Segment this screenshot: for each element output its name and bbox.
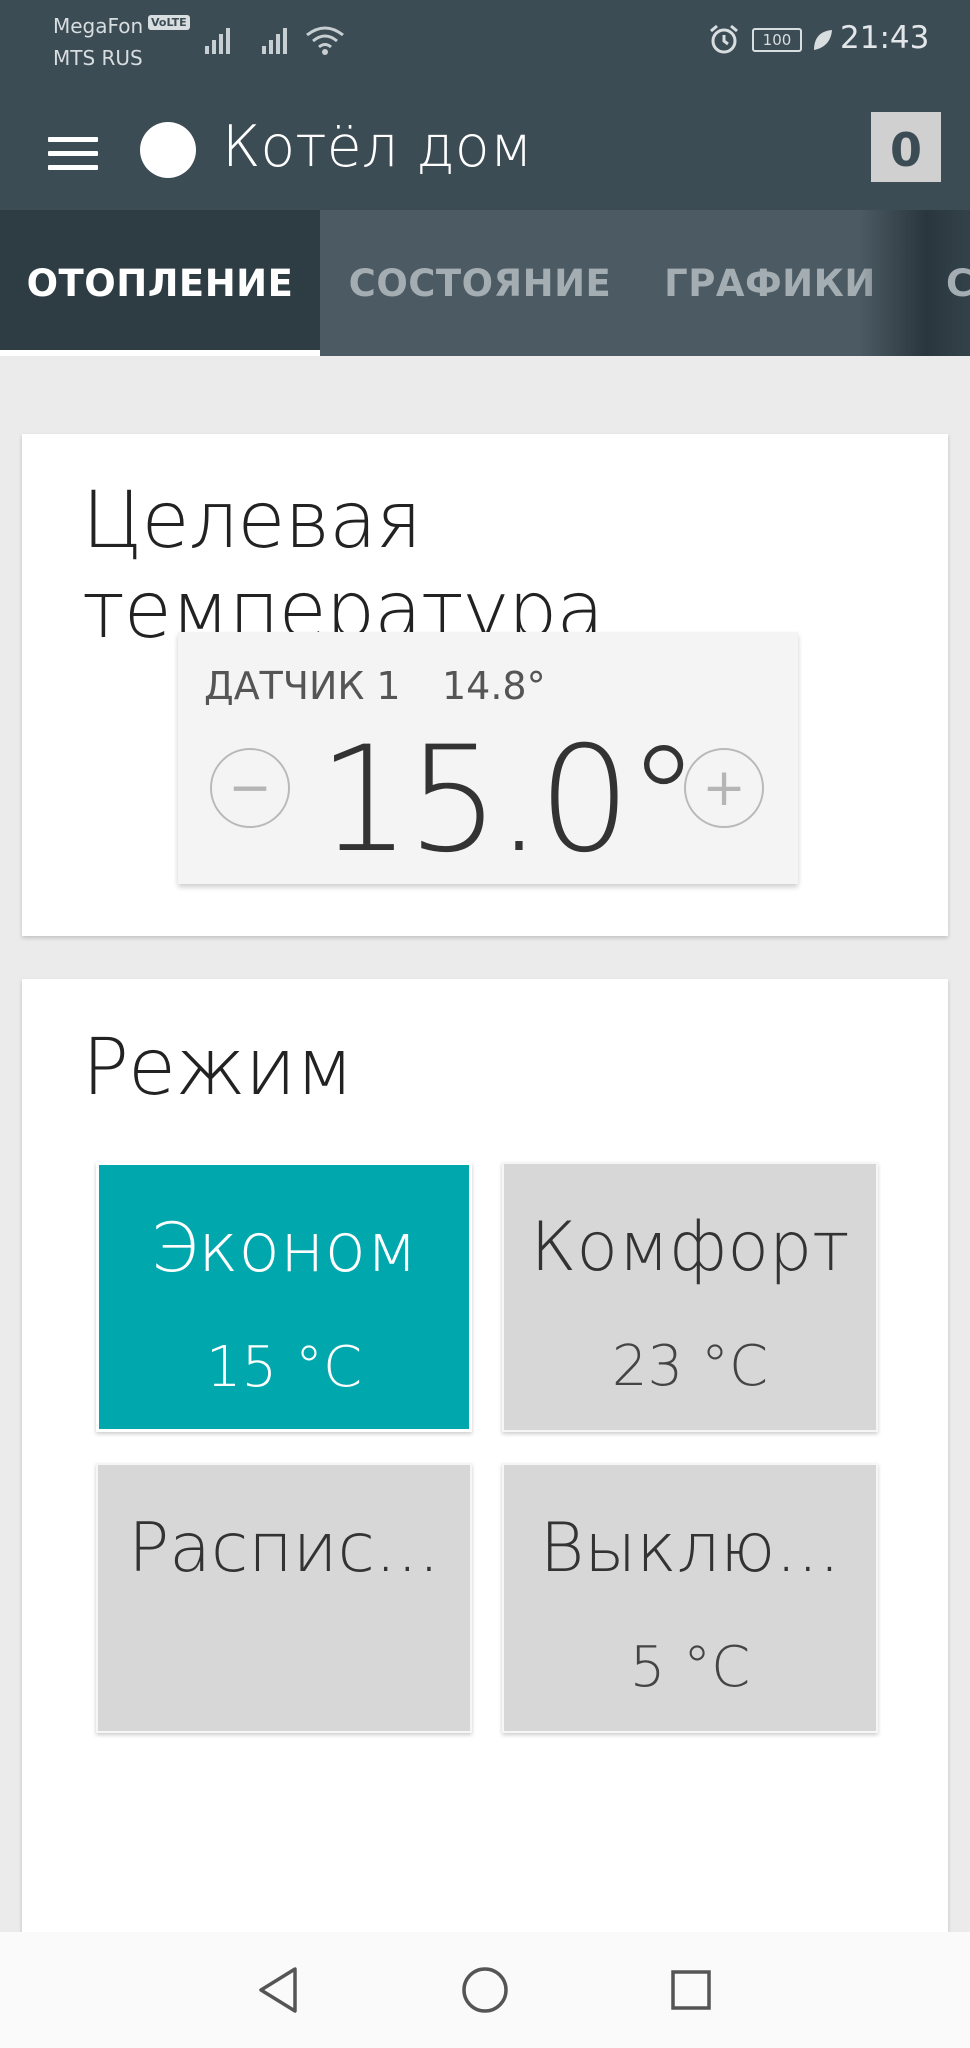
mode-button-comfort[interactable]: Комфорт 23 °C [502,1162,878,1432]
wifi-icon [306,26,344,55]
status-bar: MegaFon VoLTE MTS RUS 100 21:43 [0,0,970,104]
page-title: Котёл дом [222,114,533,180]
mode-name: Эконом [150,1209,418,1288]
decrease-temperature-button[interactable]: − [210,748,290,828]
power-saving-leaf-icon [814,30,832,50]
mode-button-economy[interactable]: Эконом 15 °C [96,1162,472,1432]
thermostat-control: ДАТЧИК 1 14.8° − 15.0° + [178,632,798,884]
mode-temperature: 15 °C [205,1335,363,1400]
mode-button-off[interactable]: Выклю... 5 °C [502,1463,878,1733]
target-temperature-card: Целевая температура ДАТЧИК 1 14.8° − 15.… [22,434,948,936]
mode-button-schedule[interactable]: Распис... [96,1463,472,1733]
system-navigation-bar [0,1932,970,2048]
volte-badge: VoLTE [148,15,190,30]
signal-icon [205,28,230,54]
recents-square-icon[interactable] [661,1960,721,2020]
sensor-label: ДАТЧИК 1 [204,664,401,708]
mode-name: Выклю... [539,1509,841,1588]
card-title: Режим [82,1023,354,1113]
mode-temperature: 5 °C [629,1635,751,1700]
sensor-value: 14.8° [442,664,546,708]
carrier-secondary: MTS RUS [53,46,143,70]
target-temperature-value: 15.0° [318,715,700,885]
clock: 21:43 [840,20,930,56]
tab-state[interactable]: СОСТОЯНИЕ [320,210,640,356]
carrier-primary: MegaFon [53,14,144,38]
tab-heating[interactable]: ОТОПЛЕНИЕ [0,210,320,356]
increase-temperature-button[interactable]: + [684,748,764,828]
home-circle-icon[interactable] [455,1960,515,2020]
card-title: Целевая температура [82,476,604,656]
mode-card: Режим Эконом 15 °C Комфорт 23 °C Распис.… [22,979,948,2048]
app-bar: Котёл дом 0 [0,104,970,210]
alarm-icon [710,24,738,54]
battery-icon: 100 [752,28,802,52]
mode-temperature: 23 °C [611,1334,769,1399]
status-dot-icon [140,122,196,178]
signal-icon [262,28,287,54]
hamburger-menu-icon[interactable] [48,128,104,178]
tab-next-partial[interactable]: С [930,210,970,356]
back-triangle-icon[interactable] [248,1960,308,2020]
mode-name: Распис... [128,1509,440,1588]
tab-bar: ОТОПЛЕНИЕ СОСТОЯНИЕ ГРАФИКИ С [0,210,970,356]
mode-name: Комфорт [530,1208,850,1287]
notification-badge[interactable]: 0 [871,112,941,182]
